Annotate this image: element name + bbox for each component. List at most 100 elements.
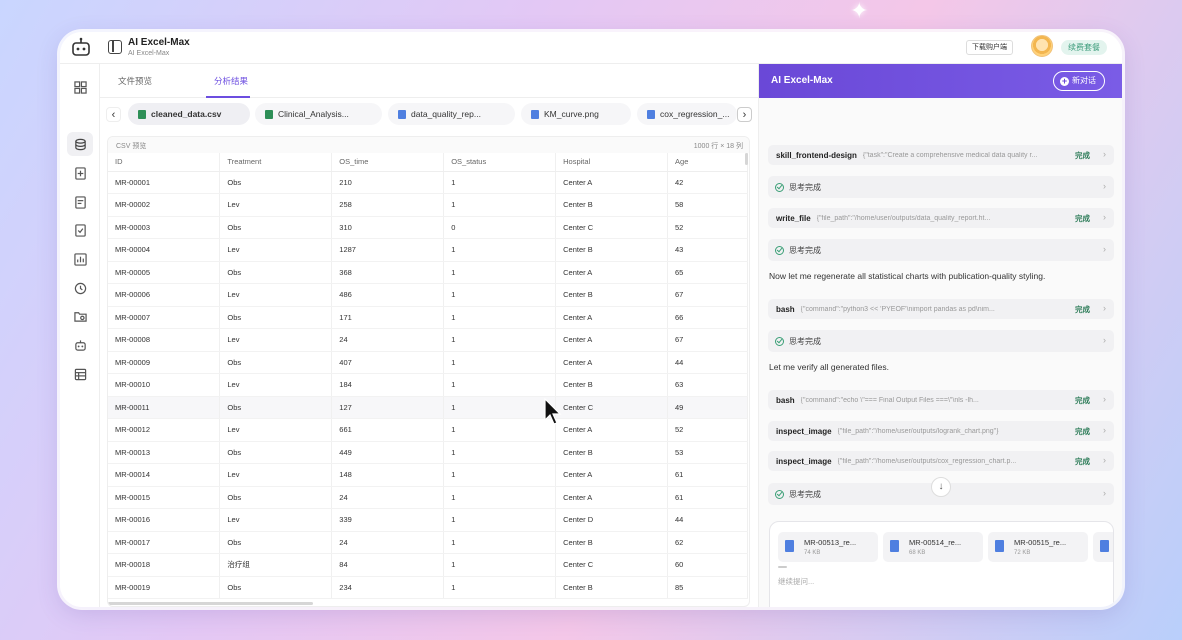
folder-search-icon	[73, 311, 87, 322]
check-circle-icon	[775, 182, 784, 192]
sparkle-icon: ✦	[850, 0, 869, 23]
table-row[interactable]: MR-00002 Lev 258 1 Center B 58	[108, 193, 748, 217]
table-row[interactable]: MR-00012 Lev 661 1 Center A 52	[108, 418, 748, 442]
tool-call-item[interactable]: inspect_image {"file_path":"/home/user/ou…	[768, 421, 1114, 441]
table-cell: MR-00009	[108, 351, 221, 374]
table-row[interactable]: MR-00017 Obs 24 1 Center B 62	[108, 531, 748, 554]
toggle-panel-icon[interactable]	[108, 40, 122, 54]
file-chip-clinical-analysis[interactable]: Clinical_Analysis...	[255, 103, 382, 125]
chat-input[interactable]: 继续提问...	[778, 576, 814, 587]
column-header[interactable]: ID	[108, 153, 221, 172]
thinking-item[interactable]: 思考完成 ›	[768, 330, 1114, 352]
tool-status: 完成	[1075, 457, 1090, 466]
attachment-chip[interactable]: MR-00515_re... 72 KB	[988, 532, 1088, 562]
tool-call-item[interactable]: bash {"command":"python3 << 'PYEOF'\nimpo…	[768, 299, 1114, 319]
check-circle-icon	[775, 245, 784, 255]
sidebar-item-doc-add[interactable]	[67, 161, 93, 185]
table-cell: 24	[331, 531, 445, 554]
column-header[interactable]: Age	[667, 153, 748, 172]
attachment-scrollbar[interactable]	[778, 566, 787, 568]
app-title: AI Excel-Max	[128, 37, 190, 48]
file-chip-cox-regression[interactable]: cox_regression_...	[637, 103, 737, 125]
table-cell: Center C	[555, 216, 669, 239]
table-cell: 1	[443, 328, 557, 352]
scroll-left-button[interactable]: ‹	[106, 107, 121, 122]
table-cell: Obs	[219, 396, 333, 419]
table-cell: 234	[331, 576, 445, 599]
attachment-size: 68 KB	[909, 550, 926, 556]
file-chip-data-quality[interactable]: data_quality_rep...	[388, 103, 515, 125]
chevron-right-icon: ›	[1103, 212, 1106, 222]
tool-call-item[interactable]: skill_frontend-design {"task":"Create a c…	[768, 145, 1114, 165]
table-cell: 1	[443, 441, 557, 464]
attachment-chip-partial[interactable]	[1093, 532, 1113, 562]
column-header[interactable]: Treatment	[219, 153, 333, 172]
avatar[interactable]	[1031, 35, 1053, 57]
tool-name: skill_frontend-design	[776, 150, 857, 160]
scroll-right-button[interactable]: ›	[737, 107, 752, 122]
tool-args: {"file_path":"/home/user/outputs/data_qu…	[816, 214, 991, 222]
tool-call-item[interactable]: inspect_image {"file_path":"/home/user/ou…	[768, 451, 1114, 471]
column-header[interactable]: Hospital	[555, 153, 669, 172]
table-row[interactable]: MR-00009 Obs 407 1 Center A 44	[108, 351, 748, 374]
sidebar-item-robot[interactable]	[67, 333, 93, 357]
table-row[interactable]: MR-00006 Lev 486 1 Center B 67	[108, 283, 748, 307]
new-chat-button[interactable]: + 新对话	[1053, 71, 1105, 91]
horizontal-scrollbar[interactable]	[108, 602, 313, 605]
attachment-chip[interactable]: MR-00513_re... 74 KB	[778, 532, 878, 562]
table-cell: MR-00007	[108, 306, 221, 329]
thinking-label: 思考完成	[789, 245, 821, 255]
table-row[interactable]: MR-00014 Lev 148 1 Center A 61	[108, 463, 748, 487]
table-cell: 63	[667, 373, 748, 397]
sidebar-item-table[interactable]	[67, 362, 93, 386]
table-row[interactable]: MR-00019 Obs 234 1 Center B 85	[108, 576, 748, 599]
tool-call-item[interactable]: write_file {"file_path":"/home/user/outpu…	[768, 208, 1114, 228]
table-row[interactable]: MR-00005 Obs 368 1 Center A 65	[108, 261, 748, 284]
csv-preview-caption: CSV 预览	[116, 143, 147, 150]
chevron-right-icon: ›	[1103, 488, 1106, 498]
table-cell: 1	[443, 306, 557, 329]
thinking-label: 思考完成	[789, 182, 821, 192]
table-cell: 1	[443, 531, 557, 554]
sidebar-item-chart[interactable]	[67, 247, 93, 271]
thinking-item[interactable]: 思考完成 ›	[768, 176, 1114, 198]
sidebar-item-doc-check[interactable]	[67, 218, 93, 242]
table-cell: 49	[667, 396, 748, 419]
table-row[interactable]: MR-00003 Obs 310 0 Center C 52	[108, 216, 748, 239]
table-cell: Obs	[219, 216, 333, 239]
table-row[interactable]: MR-00007 Obs 171 1 Center A 66	[108, 306, 748, 329]
file-chip-km-curve[interactable]: KM_curve.png	[521, 103, 631, 125]
attachment-chip[interactable]: MR-00514_re... 68 KB	[883, 532, 983, 562]
column-header[interactable]: OS_status	[443, 153, 557, 172]
thinking-item[interactable]: 思考完成 ›	[768, 239, 1114, 261]
tab-file-preview[interactable]: 文件预览	[118, 75, 152, 87]
renew-plan-button[interactable]: 续费套餐	[1061, 40, 1107, 55]
file-chip-cleaned-data[interactable]: cleaned_data.csv	[128, 103, 250, 125]
table-cell: Center B	[555, 441, 669, 464]
thinking-label: 思考完成	[789, 489, 821, 499]
sidebar-item-dashboard[interactable]	[67, 75, 93, 99]
sidebar-item-folder[interactable]	[67, 304, 93, 328]
table-row[interactable]: MR-00004 Lev 1287 1 Center B 43	[108, 238, 748, 262]
column-header[interactable]: OS_time	[331, 153, 445, 172]
table-cell: MR-00011	[108, 396, 221, 419]
sidebar-item-doc-edit[interactable]	[67, 190, 93, 214]
grid-icon	[73, 80, 87, 94]
table-cell: Lev	[219, 508, 333, 532]
table-row[interactable]: MR-00018 治疗组 84 1 Center C 60	[108, 553, 748, 577]
table-cell: MR-00013	[108, 441, 221, 464]
sidebar-item-excel[interactable]	[67, 132, 93, 156]
scroll-down-button[interactable]: ↓	[931, 477, 951, 497]
table-row[interactable]: MR-00008 Lev 24 1 Center A 67	[108, 328, 748, 352]
table-row[interactable]: MR-00013 Obs 449 1 Center B 53	[108, 441, 748, 464]
vertical-scrollbar[interactable]	[745, 153, 748, 165]
table-row[interactable]: MR-00010 Lev 184 1 Center B 63	[108, 373, 748, 397]
table-row[interactable]: MR-00015 Obs 24 1 Center A 61	[108, 486, 748, 509]
table-row[interactable]: MR-00001 Obs 210 1 Center A 42	[108, 171, 748, 194]
tool-call-item[interactable]: bash {"command":"echo \"=== Final Output …	[768, 390, 1114, 410]
download-client-button[interactable]: 下载购户端	[966, 40, 1013, 55]
table-row[interactable]: MR-00016 Lev 339 1 Center D 44	[108, 508, 748, 532]
table-row[interactable]: MR-00011 Obs 127 1 Center C 49	[108, 396, 748, 419]
sidebar-item-history[interactable]	[67, 276, 93, 300]
tab-analysis-results[interactable]: 分析结果	[214, 75, 248, 87]
